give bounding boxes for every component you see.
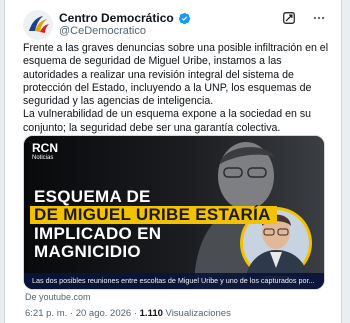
- tweet-text: Frente a las graves denuncias sobre una …: [23, 42, 331, 135]
- headline-line: IMPLICADO EN: [34, 224, 162, 243]
- link-card-media[interactable]: RCN Noticias ESQUEMA DE DE MIGUEL URIBE …: [23, 135, 325, 290]
- tweet-paragraph: La vulnerabilidad de un esquema expone a…: [23, 108, 312, 134]
- meta-separator: ·: [67, 308, 76, 319]
- headline-line-highlight: DE MIGUEL URIBE ESTARÍA: [30, 206, 277, 224]
- tweet-card[interactable]: Centro Democrático @CeDemocratico Frente…: [4, 0, 342, 323]
- tweet-time[interactable]: 6:21 p. m.: [25, 308, 67, 319]
- rcn-noticias-logo: RCN Noticias: [32, 142, 58, 162]
- grok-icon[interactable]: [281, 10, 297, 26]
- account-avatar[interactable]: [23, 10, 53, 40]
- verified-badge-icon: [178, 12, 190, 24]
- tweet-paragraph: Frente a las graves denuncias sobre una …: [23, 42, 329, 108]
- more-options-icon[interactable]: [311, 10, 327, 26]
- views-label: Visualizaciones: [162, 308, 231, 319]
- headline-line: MAGNICIDIO: [34, 242, 141, 261]
- media-caption: Las dos posibles reuniones entre escolta…: [24, 273, 324, 289]
- link-source[interactable]: De youtube.com: [25, 292, 91, 302]
- tweet-date[interactable]: 20 ago. 2026: [76, 308, 131, 319]
- views-count: 1.110: [139, 308, 163, 319]
- logo-subtitle: Noticias: [32, 155, 54, 161]
- logo-mark: RCN: [32, 141, 58, 155]
- account-display-name[interactable]: Centro Democrático: [59, 11, 174, 25]
- account-handle[interactable]: @CeDemocratico: [59, 25, 146, 37]
- tweet-meta: 6:21 p. m. · 20 ago. 2026 · 1.110 Visual…: [25, 308, 231, 319]
- headline-line: ESQUEMA DE: [34, 187, 151, 206]
- centro-democratico-logo-icon: [23, 10, 53, 40]
- meta-separator: ·: [131, 308, 140, 319]
